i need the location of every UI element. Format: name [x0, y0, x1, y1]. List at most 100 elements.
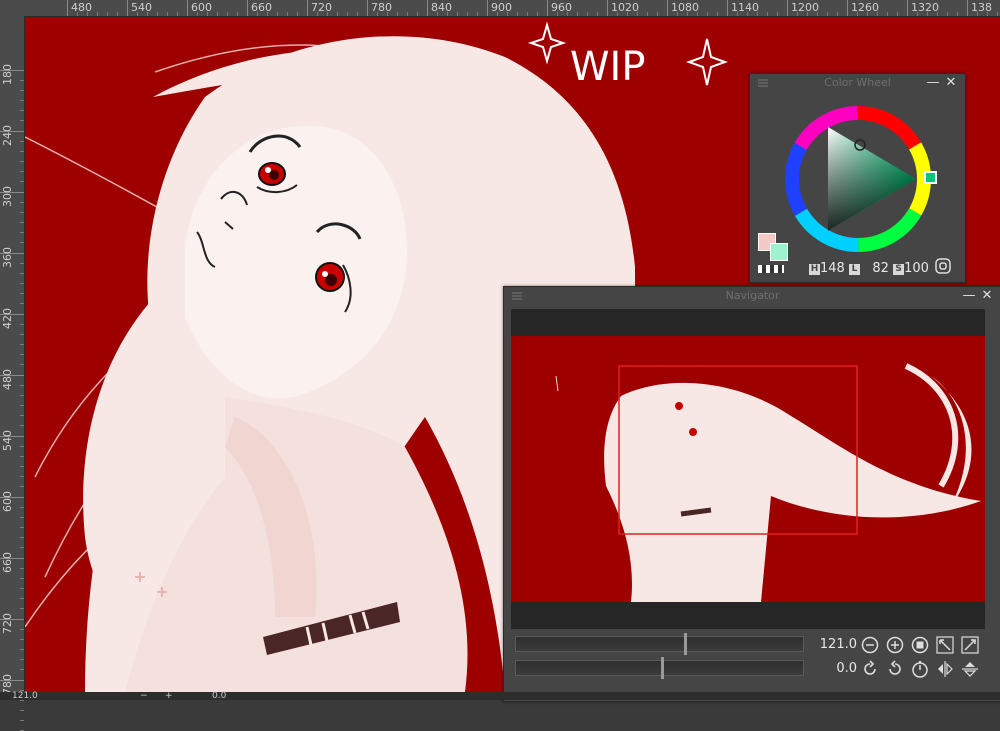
ruler-minor-tick [947, 12, 948, 16]
ruler-minor-tick [20, 669, 24, 670]
status-zoom[interactable]: 121.0 [12, 692, 38, 701]
hue-picker[interactable] [924, 171, 937, 184]
navigator-title-bar[interactable]: Navigator — ✕ [504, 287, 1000, 305]
status-zoom-out-icon[interactable]: − [140, 692, 148, 701]
ruler-minor-tick [20, 334, 24, 335]
ruler-minor-tick [837, 12, 838, 16]
ruler-minor-tick [20, 537, 24, 538]
navigator-title: Navigator [725, 289, 780, 302]
ruler-minor-tick [20, 415, 24, 416]
ruler-tick-label: 1320 [907, 0, 939, 16]
ruler-minor-tick [757, 12, 758, 16]
ruler-minor-tick [507, 12, 508, 16]
saturation-triangle[interactable] [828, 127, 916, 231]
fit-stop-icon[interactable] [911, 636, 929, 654]
zoom-out-icon[interactable] [861, 636, 879, 654]
ruler-minor-tick [20, 273, 24, 274]
ruler-minor-tick [97, 12, 98, 16]
navigator-panel[interactable]: Navigator — ✕ 121.0 0.0 [503, 286, 1000, 702]
ruler-minor-tick [617, 12, 618, 16]
ruler-minor-tick [20, 161, 24, 162]
wip-text: WIP [570, 44, 645, 90]
ruler-minor-tick [20, 324, 24, 325]
ruler-minor-tick [347, 12, 348, 16]
ruler-minor-tick [567, 12, 568, 16]
ruler-minor-tick [20, 659, 24, 660]
grip-icon[interactable] [758, 79, 768, 87]
ruler-minor-tick [777, 12, 778, 16]
lightness-label: L [848, 264, 860, 275]
flip-vertical-icon[interactable] [961, 660, 979, 678]
ruler-minor-tick [927, 12, 928, 16]
ruler-minor-tick [807, 12, 808, 16]
zoom-value[interactable]: 121.0 [817, 637, 857, 652]
ruler-minor-tick [387, 12, 388, 16]
sparkle-icon [527, 21, 567, 65]
wip-annotation: WIP [527, 21, 728, 90]
ruler-minor-tick [20, 283, 24, 284]
fit-to-window-icon[interactable] [936, 636, 954, 654]
status-zoom-in-icon[interactable]: + [165, 692, 173, 701]
ruler-minor-tick [20, 425, 24, 426]
ruler-tick-label: 960 [547, 0, 572, 16]
ruler-minor-tick [20, 710, 24, 711]
rotation-slider-thumb[interactable] [661, 657, 664, 679]
color-wheel-panel[interactable]: Color Wheel — ✕ H 148 L 82 S 100 [749, 73, 966, 283]
ruler-tick-label: 660 [0, 552, 24, 573]
zoom-slider-thumb[interactable] [684, 633, 687, 655]
ruler-tick-label: 480 [67, 0, 92, 16]
ruler-minor-tick [20, 527, 24, 528]
navigator-preview[interactable] [511, 309, 985, 629]
close-button[interactable]: ✕ [979, 287, 995, 305]
minimize-button[interactable]: — [925, 74, 941, 92]
ruler-tick-label: 780 [0, 674, 24, 695]
ruler-minor-tick [647, 12, 648, 16]
ruler-minor-tick [867, 12, 868, 16]
ruler-minor-tick [107, 12, 108, 16]
ruler-minor-tick [20, 639, 24, 640]
ruler-minor-tick [167, 12, 168, 16]
ruler-minor-tick [877, 12, 878, 16]
color-wheel-title-bar[interactable]: Color Wheel — ✕ [750, 74, 965, 92]
left-ruler[interactable]: 180 240 300 360 420 480 540 600 660 720 780 [0, 16, 25, 731]
hue-label: H [809, 264, 820, 275]
ruler-minor-tick [657, 12, 658, 16]
ruler-minor-tick [217, 12, 218, 16]
ruler-minor-tick [597, 12, 598, 16]
ruler-minor-tick [707, 12, 708, 16]
ruler-minor-tick [417, 12, 418, 16]
ruler-minor-tick [397, 12, 398, 16]
ruler-minor-tick [20, 80, 24, 81]
ruler-minor-tick [637, 12, 638, 16]
rotate-left-icon[interactable] [861, 660, 879, 678]
close-button[interactable]: ✕ [943, 74, 959, 92]
ruler-tick-label: 600 [187, 0, 212, 16]
ruler-minor-tick [20, 293, 24, 294]
ruler-tick-label: 480 [0, 369, 24, 390]
rotate-right-icon[interactable] [886, 660, 904, 678]
flip-horizontal-icon[interactable] [936, 660, 954, 678]
zoom-in-icon[interactable] [886, 636, 904, 654]
ruler-minor-tick [287, 12, 288, 16]
grip-icon[interactable] [512, 292, 522, 300]
ruler-tick-label: 720 [307, 0, 332, 16]
sub-color-swatch[interactable] [770, 243, 788, 261]
top-ruler[interactable]: 480 540 600 660 720 780 840 900 960 1020 1080 1140 1… [0, 0, 1000, 17]
ruler-minor-tick [797, 12, 798, 16]
transparent-swatch[interactable] [758, 265, 784, 273]
zoom-slider[interactable] [515, 633, 804, 655]
color-mode-icon[interactable] [934, 257, 952, 275]
rotation-slider[interactable] [515, 657, 804, 679]
minimize-button[interactable]: — [961, 287, 977, 305]
ruler-minor-tick [407, 12, 408, 16]
rotation-value[interactable]: 0.0 [817, 661, 857, 676]
ruler-minor-tick [327, 12, 328, 16]
ruler-minor-tick [527, 12, 528, 16]
status-rotation[interactable]: 0.0 [212, 692, 226, 701]
ruler-minor-tick [627, 12, 628, 16]
reset-rotation-icon[interactable] [911, 660, 929, 678]
ruler-minor-tick [827, 12, 828, 16]
actual-size-icon[interactable] [961, 636, 979, 654]
ruler-minor-tick [20, 181, 24, 182]
ruler-minor-tick [447, 12, 448, 16]
